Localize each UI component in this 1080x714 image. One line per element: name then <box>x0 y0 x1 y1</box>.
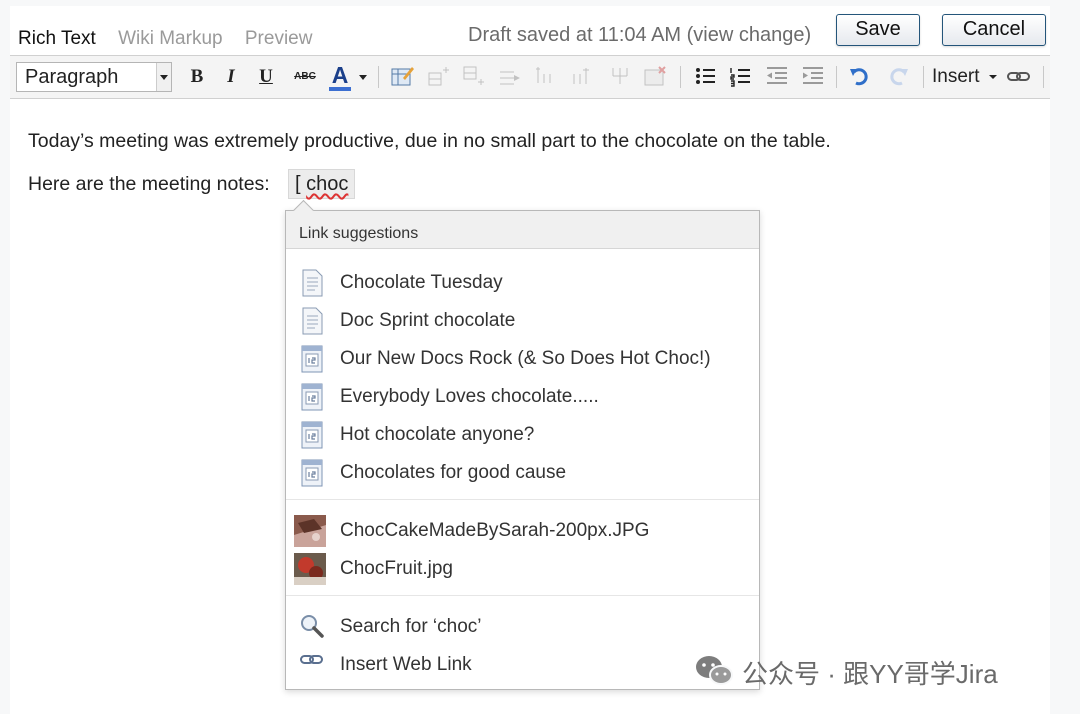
page-icon <box>300 307 324 335</box>
tab-preview[interactable]: Preview <box>245 28 313 49</box>
suggestion-item[interactable]: Everybody Loves chocolate..... <box>286 379 759 415</box>
search-action-item[interactable]: Search for ‘choc’ <box>286 609 759 645</box>
editor-toolbar: Paragraph B I U ABC A Insert <box>10 55 1050 99</box>
delete-table-icon[interactable] <box>641 64 669 90</box>
merge-cells-icon[interactable] <box>568 64 596 90</box>
attachment-label: ChocFruit.jpg <box>340 558 453 579</box>
tab-rich-text[interactable]: Rich Text <box>18 28 96 49</box>
paragraph-style-select[interactable]: Paragraph <box>16 62 172 92</box>
wechat-icon <box>694 654 734 688</box>
suggestion-label: Everybody Loves chocolate..... <box>340 386 599 407</box>
insert-row-after-icon[interactable] <box>459 64 487 90</box>
delete-column-icon[interactable] <box>532 64 560 90</box>
popup-title: Link suggestions <box>299 225 419 242</box>
link-query-text: choc <box>306 173 349 195</box>
page-icon <box>300 269 324 297</box>
blog-post-icon <box>300 383 324 411</box>
numbered-list-icon[interactable] <box>726 64 754 90</box>
italic-icon[interactable]: I <box>221 64 241 90</box>
blog-post-icon <box>300 459 324 487</box>
link-suggestions-popup: Link suggestions Chocolate Tuesday Doc S… <box>285 199 760 690</box>
toolbar-separator <box>378 66 379 88</box>
suggestion-item[interactable]: Doc Sprint chocolate <box>286 303 759 339</box>
suggestion-item[interactable]: Chocolate Tuesday <box>286 265 759 301</box>
suggestion-item[interactable]: Our New Docs Rock (& So Does Hot Choc!) <box>286 341 759 377</box>
toolbar-separator <box>1043 66 1044 88</box>
search-icon <box>300 613 324 641</box>
blog-post-icon <box>300 421 324 449</box>
strikethrough-icon[interactable]: ABC <box>289 64 321 90</box>
toolbar-separator <box>923 66 924 88</box>
insert-table-icon[interactable] <box>388 64 416 90</box>
indent-icon[interactable] <box>799 64 827 90</box>
suggestion-label: Doc Sprint chocolate <box>340 310 516 331</box>
suggestion-label: Chocolate Tuesday <box>340 272 503 293</box>
popup-header: Link suggestions <box>286 211 759 249</box>
blog-post-icon <box>300 345 324 373</box>
font-color-icon[interactable]: A <box>327 62 353 91</box>
editor-mode-tabs: Rich Text Wiki Markup Preview <box>18 28 329 50</box>
suggestion-label: Chocolates for good cause <box>340 462 567 483</box>
draft-status: Draft saved at 11:04 AM (view change) <box>468 24 812 46</box>
image-thumbnail-icon <box>294 515 326 547</box>
bullet-list-icon[interactable] <box>691 64 719 90</box>
attachment-label: ChocCakeMadeBySarah-200px.JPG <box>340 520 650 541</box>
split-cells-icon[interactable] <box>606 64 634 90</box>
link-autocomplete-token[interactable]: [ choc <box>288 169 356 199</box>
cancel-button[interactable]: Cancel <box>942 14 1046 46</box>
font-color-bar <box>329 87 351 91</box>
bold-icon[interactable]: B <box>186 64 208 90</box>
suggestion-item[interactable]: Chocolates for good cause <box>286 455 759 491</box>
chevron-down-icon <box>156 63 171 91</box>
popup-divider <box>286 595 759 596</box>
redo-icon[interactable] <box>887 64 911 90</box>
font-color-letter: A <box>331 62 349 88</box>
save-button[interactable]: Save <box>836 14 920 46</box>
link-bracket: [ <box>295 173 301 195</box>
editor-text-line-1[interactable]: Today’s meeting was extremely productive… <box>28 130 831 153</box>
image-thumbnail-icon <box>294 553 326 585</box>
underline-icon[interactable]: U <box>255 64 277 90</box>
insert-menu[interactable]: Insert <box>932 64 997 90</box>
font-color-dropdown-icon[interactable] <box>357 64 369 90</box>
toolbar-separator <box>836 66 837 88</box>
editor-text-line-2[interactable]: Here are the meeting notes: <box>28 173 270 196</box>
tab-wiki-markup[interactable]: Wiki Markup <box>118 28 223 49</box>
outdent-icon[interactable] <box>763 64 791 90</box>
editor-panel: Rich Text Wiki Markup Preview Draft save… <box>10 6 1050 714</box>
popup-divider <box>286 499 759 500</box>
insert-menu-label: Insert <box>932 66 980 87</box>
insert-web-link-label: Insert Web Link <box>340 654 472 675</box>
insert-web-link-item[interactable]: Insert Web Link <box>286 647 759 683</box>
attachment-item[interactable]: ChocCakeMadeBySarah-200px.JPG <box>286 513 759 549</box>
suggestion-label: Our New Docs Rock (& So Does Hot Choc!) <box>340 348 711 369</box>
link-icon <box>300 651 324 679</box>
attachment-item[interactable]: ChocFruit.jpg <box>286 551 759 587</box>
suggestion-item[interactable]: Hot chocolate anyone? <box>286 417 759 453</box>
link-icon[interactable] <box>1006 64 1032 90</box>
paragraph-style-value: Paragraph <box>25 66 119 88</box>
suggestion-label: Hot chocolate anyone? <box>340 424 535 445</box>
undo-icon[interactable] <box>847 64 871 90</box>
insert-column-icon[interactable] <box>496 64 524 90</box>
toolbar-separator <box>680 66 681 88</box>
search-action-label: Search for ‘choc’ <box>340 616 482 637</box>
insert-row-before-icon[interactable] <box>424 64 452 90</box>
watermark-text: 公众号 · 跟YY哥学Jira <box>742 659 998 689</box>
